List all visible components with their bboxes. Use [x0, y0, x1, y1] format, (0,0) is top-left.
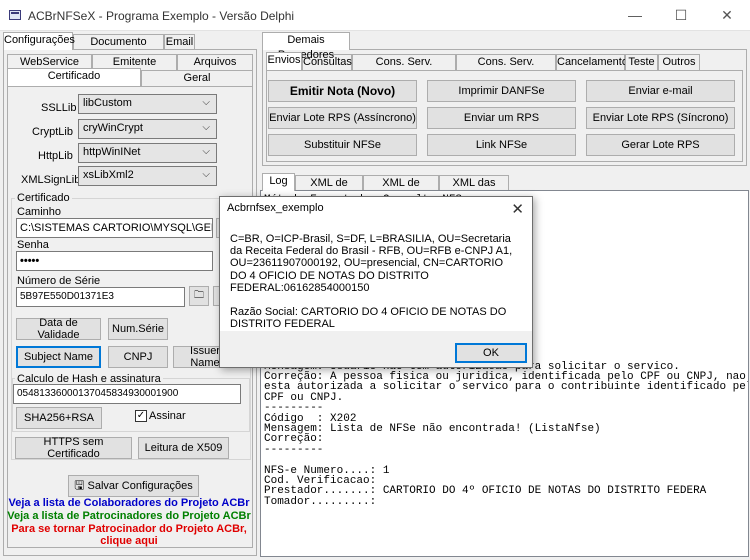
tab-envios[interactable]: Envios [266, 52, 302, 70]
tab-cons-serv-prestados[interactable]: Cons. Serv. Prestados [352, 54, 456, 83]
chevron-down-icon: ⌵ [202, 122, 210, 133]
dialog-message: C=BR, O=ICP-Brasil, S=DF, L=BRASILIA, OU… [230, 233, 513, 331]
log-line: --------- [264, 402, 324, 415]
gerar-lote-rps-button[interactable]: Gerar Lote RPS [586, 134, 735, 156]
subject-name-button[interactable]: Subject Name [16, 346, 101, 368]
folder-icon[interactable]: 🗀 [189, 286, 209, 306]
leitura-x509-button[interactable]: Leitura de X509 [138, 437, 229, 459]
tab-documento-auxiliar[interactable]: Documento Auxiliar [73, 34, 164, 63]
httplib-value: httpWinINet [83, 146, 141, 158]
cryptlib-select[interactable]: cryWinCrypt ⌵ [78, 119, 217, 139]
dialog-title: Acbrnfsex_exemplo [220, 197, 532, 221]
httplib-select[interactable]: httpWinINet ⌵ [78, 143, 217, 163]
window-title: ACBrNFSeX - Programa Exemplo - Versão De… [28, 9, 295, 23]
certificado-group-label: Certificado [15, 192, 72, 204]
imprimir-danfse-button[interactable]: Imprimir DANFSe [427, 80, 576, 102]
enviar-lote-assincrono-button[interactable]: Enviar Lote RPS (Assíncrono) [268, 107, 417, 129]
chevron-down-icon: ⌵ [202, 146, 210, 157]
enviar-um-rps-button[interactable]: Enviar um RPS [427, 107, 576, 129]
dialog-ok-button[interactable]: OK [455, 343, 527, 363]
senha-label: Senha [17, 239, 49, 251]
num-serie-button[interactable]: Num.Série [108, 318, 168, 340]
tab-email[interactable]: Email [164, 34, 195, 50]
title-bar: ACBrNFSeX - Programa Exemplo - Versão De… [0, 0, 750, 31]
patrocinadores-link[interactable]: Veja a lista de Patrocinadores do Projet… [2, 510, 256, 522]
enviar-email-button[interactable]: Enviar e-mail [586, 80, 735, 102]
dialog-close-icon[interactable]: ✕ [511, 200, 524, 218]
hash-field[interactable]: 05481336000137045834930001900 [13, 384, 241, 404]
minimize-button[interactable]: — [612, 0, 658, 31]
save-icon: 🖫 [74, 477, 85, 492]
message-dialog: Acbrnfsex_exemplo ✕ C=BR, O=ICP-Brasil, … [219, 196, 533, 368]
tab-geral[interactable]: Geral [141, 70, 253, 86]
data-validade-button[interactable]: Data de Validade [16, 317, 101, 341]
senha-field[interactable]: ••••• [16, 251, 213, 271]
maximize-button[interactable]: ☐ [658, 0, 704, 31]
tab-xml-envio[interactable]: XML de Envio [295, 175, 363, 204]
log-line: Tomador.........: [264, 495, 377, 508]
https-sem-certificado-button[interactable]: HTTPS sem Certificado [15, 436, 132, 460]
tab-log[interactable]: Log [262, 173, 295, 191]
tab-xml-notas[interactable]: XML das Notas [439, 175, 509, 204]
log-line: Mensagem: Lista de NFSe não encontrada! … [264, 422, 601, 435]
ssllib-select[interactable]: libCustom ⌵ [78, 94, 217, 114]
log-line: CPF ou CNPJ. [264, 391, 344, 404]
cryptlib-value: cryWinCrypt [83, 122, 143, 134]
xmlsignlib-select[interactable]: xsLibXml2 ⌵ [78, 166, 217, 186]
xmlsignlib-value: xsLibXml2 [83, 169, 134, 181]
log-line: --------- [264, 443, 324, 456]
numero-serie-label: Número de Série [17, 275, 101, 287]
tab-demais-provedores[interactable]: Demais Provedores [262, 32, 350, 61]
tab-xml-retorno[interactable]: XML de Retorno [363, 175, 439, 204]
ssllib-value: libCustom [83, 97, 132, 109]
tornar-patrocinador-link[interactable]: Para se tornar Patrocinador do Projeto A… [2, 523, 256, 535]
tab-outros[interactable]: Outros [658, 54, 700, 70]
log-line: Correção: [264, 433, 324, 446]
tab-certificado[interactable]: Certificado [7, 68, 141, 86]
tab-teste[interactable]: Teste [625, 54, 658, 70]
sha256-rsa-button[interactable]: SHA256+RSA [16, 407, 102, 429]
caminho-field[interactable]: C:\SISTEMAS CARTORIO\MYSQL\GERENCIAD [16, 218, 213, 238]
substituir-nfse-button[interactable]: Substituir NFSe [268, 134, 417, 156]
httplib-label: HttpLib [38, 150, 73, 162]
ssllib-label: SSLLib [41, 102, 77, 114]
cryptlib-label: CryptLib [32, 126, 73, 138]
emitir-nota-button[interactable]: Emitir Nota (Novo) [268, 80, 417, 102]
salvar-configuracoes-button[interactable]: 🖫 Salvar Configurações [68, 475, 199, 497]
assinar-label: Assinar [149, 410, 186, 422]
salvar-label: Salvar Configurações [87, 480, 193, 492]
caminho-label: Caminho [17, 206, 62, 218]
tab-configuracoes[interactable]: Configurações [3, 32, 75, 50]
chevron-down-icon: ⌵ [202, 97, 210, 108]
cnpj-button[interactable]: CNPJ [108, 346, 168, 368]
chevron-down-icon: ⌵ [202, 169, 210, 180]
colaboradores-link[interactable]: Veja a lista de Colaboradores do Projeto… [2, 497, 256, 509]
tab-cancelamento[interactable]: Cancelamento [556, 54, 628, 70]
clique-aqui-link[interactable]: clique aqui [2, 535, 256, 547]
xmlsignlib-label: XMLSignLib [21, 174, 81, 186]
app-icon [9, 10, 21, 20]
close-button[interactable]: ✕ [704, 0, 750, 31]
assinar-checkbox[interactable]: ✓ [135, 410, 147, 422]
tab-cons-serv-tomados[interactable]: Cons. Serv. Tomados [456, 54, 556, 83]
tab-arquivos[interactable]: Arquivos [177, 54, 253, 70]
numero-serie-field[interactable]: 5B97E550D01371E3 [16, 287, 185, 307]
enviar-lote-sincrono-button[interactable]: Enviar Lote RPS (Síncrono) [586, 107, 735, 129]
link-nfse-button[interactable]: Link NFSe [427, 134, 576, 156]
